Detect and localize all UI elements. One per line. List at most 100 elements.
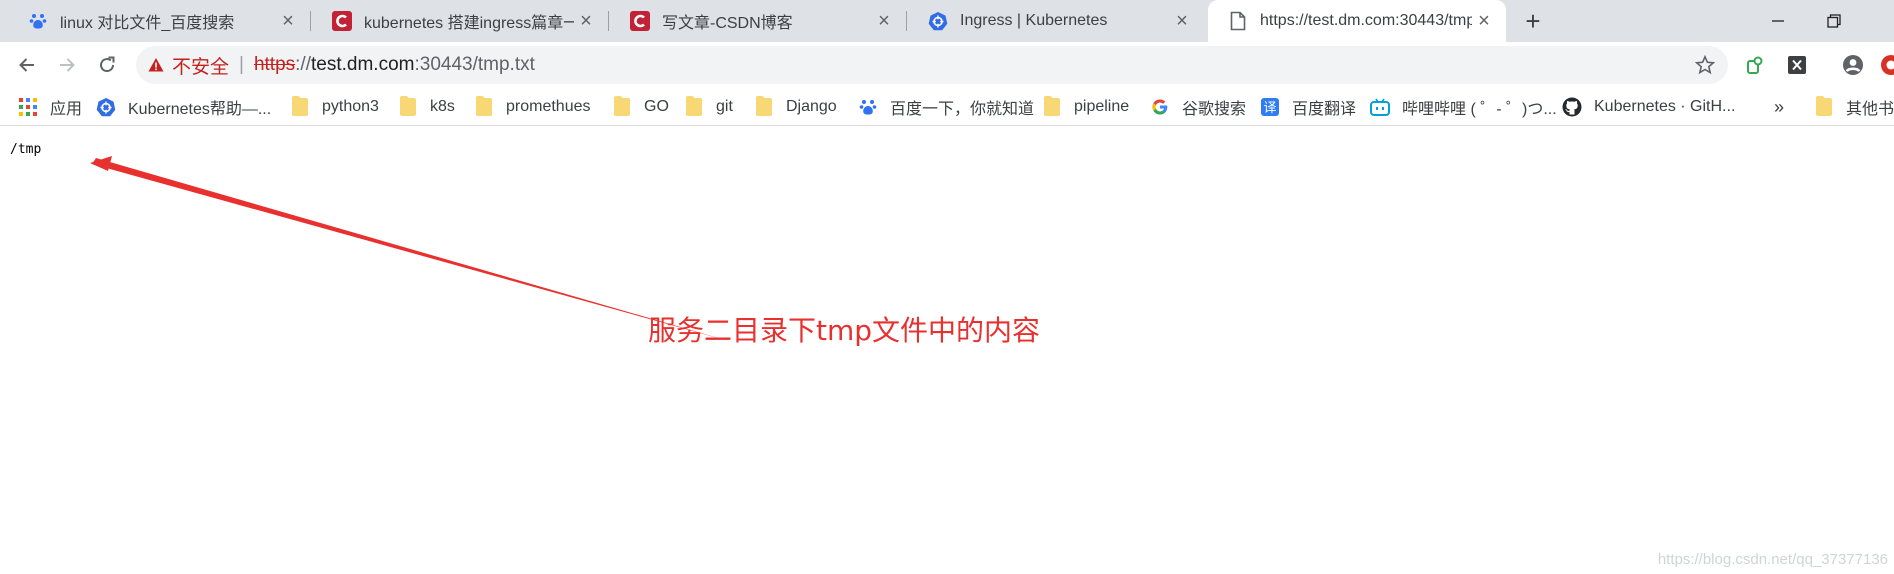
url-host: test.dm.com (311, 54, 415, 75)
apps-grid-icon (18, 97, 38, 117)
bookmark-bilibili[interactable]: 哔哩哔哩 ( ゜- ゜)つ... (1370, 94, 1557, 120)
bookmark-label: git (716, 98, 733, 115)
baidu-paw-icon (28, 11, 48, 31)
tab-csdn-ingress[interactable]: kubernetes 搭建ingress篇章一_ × (312, 0, 608, 42)
tab-title: kubernetes 搭建ingress篇章一_ (364, 15, 574, 32)
security-label[interactable]: 不安全 (172, 52, 229, 79)
page-icon (1228, 11, 1248, 31)
url-scheme: https (253, 54, 296, 75)
reload-icon (100, 56, 115, 73)
bookmark-kubernetes-github[interactable]: Kubernetes · GitH... (1562, 94, 1735, 120)
forward-button[interactable] (50, 48, 84, 82)
not-secure-warning-icon[interactable] (148, 57, 164, 73)
close-tab-icon[interactable]: × (276, 9, 300, 33)
bookmarks-bar: 应用 Kubernetes帮助—... python3 k8s promethu… (0, 87, 1894, 126)
csdn-logo-icon (332, 11, 352, 31)
tab-test-dm-active[interactable]: https://test.dm.com:30443/tmp × (1208, 0, 1506, 42)
bookmark-folder-pipeline[interactable]: pipeline (1042, 94, 1129, 120)
close-tab-icon[interactable]: × (574, 9, 598, 33)
kubernetes-logo-icon (928, 11, 948, 31)
url-path: :30443/tmp.txt (414, 54, 535, 75)
tab-kubernetes-ingress[interactable]: Ingress | Kubernetes × (908, 0, 1204, 42)
other-bookmarks-label: 其他书签 (1846, 101, 1894, 118)
new-tab-button[interactable]: + (1518, 6, 1548, 36)
folder-icon (1814, 96, 1834, 117)
page-content: /tmp 服务二目录下tmp文件中的内容 https://blog.csdn.n… (0, 127, 1894, 574)
tab-title: https://test.dm.com:30443/tmp (1260, 12, 1472, 29)
bookmark-apps[interactable]: 应用 (18, 94, 82, 120)
restore-button[interactable] (1806, 0, 1862, 42)
bookmark-google[interactable]: 谷歌搜索 (1150, 94, 1246, 120)
folder-icon (684, 96, 704, 117)
profile-avatar-icon[interactable] (1840, 52, 1866, 78)
bookmark-folder-go[interactable]: GO (612, 94, 669, 120)
bookmark-label: Django (786, 98, 837, 115)
extension-excel-icon[interactable] (1784, 52, 1810, 78)
back-button[interactable] (10, 48, 44, 82)
bookmark-label: 应用 (50, 101, 83, 118)
tab-baidu-search[interactable]: linux 对比文件_百度搜索 × (8, 0, 310, 42)
bookmarks-overflow-button[interactable]: » (1774, 94, 1784, 120)
extension-red-icon[interactable] (1878, 52, 1894, 78)
bookmark-star-icon[interactable] (1694, 54, 1716, 76)
bookmark-label: k8s (430, 98, 455, 115)
bookmark-label: python3 (322, 98, 379, 115)
google-g-icon (1150, 97, 1170, 117)
baidu-paw-icon (858, 97, 878, 117)
bookmark-folder-git[interactable]: git (684, 94, 733, 120)
close-tab-icon[interactable]: × (1170, 9, 1194, 33)
reload-button[interactable] (90, 48, 124, 82)
bookmark-label: 百度一下，你就知道 (890, 101, 1035, 118)
minimize-icon (1772, 20, 1784, 22)
bookmark-kubernetes-help[interactable]: Kubernetes帮助—... (96, 94, 271, 120)
csdn-logo-icon (630, 11, 650, 31)
bookmark-folder-python3[interactable]: python3 (290, 94, 379, 120)
address-bar[interactable]: 不安全 | https :// test.dm.com :30443/tmp.t… (136, 46, 1728, 84)
svg-text:译: 译 (1263, 101, 1276, 116)
bookmark-label: 百度翻译 (1292, 101, 1357, 118)
watermark-text: https://blog.csdn.net/qq_37377136 (1657, 551, 1888, 568)
extension-puzzle-icon[interactable] (1742, 52, 1768, 78)
bookmark-folder-k8s[interactable]: k8s (398, 94, 455, 120)
bookmark-folder-promethues[interactable]: promethues (474, 94, 591, 120)
tab-separator (310, 11, 311, 31)
bookmark-baidu-translate[interactable]: 译 百度翻译 (1260, 94, 1356, 120)
bookmark-baidu[interactable]: 百度一下，你就知道 (858, 94, 1034, 120)
other-bookmarks-folder[interactable]: 其他书签 (1814, 94, 1894, 120)
tab-title: linux 对比文件_百度搜索 (60, 15, 235, 32)
close-tab-icon[interactable]: × (872, 9, 896, 33)
tab-strip: linux 对比文件_百度搜索 × kubernetes 搭建ingress篇章… (0, 0, 1894, 42)
restore-icon (1827, 14, 1841, 28)
bookmark-label: Kubernetes帮助—... (128, 101, 272, 118)
bookmark-label: Kubernetes · GitH... (1594, 98, 1736, 115)
security-divider: | (239, 54, 244, 75)
bookmark-label: 谷歌搜索 (1182, 101, 1247, 118)
chevron-double-right-icon: » (1774, 96, 1785, 117)
tab-separator (608, 11, 609, 31)
minimize-button[interactable] (1750, 0, 1806, 42)
tab-title: Ingress | Kubernetes (960, 12, 1108, 29)
folder-icon (612, 96, 632, 117)
github-logo-icon (1562, 97, 1582, 117)
close-tab-icon[interactable]: × (1472, 9, 1496, 33)
annotation-arrow-icon (90, 156, 732, 342)
folder-icon (290, 96, 310, 117)
bookmark-label: 哔哩哔哩 ( ゜- ゜)つ... (1402, 101, 1557, 118)
tab-csdn-write[interactable]: 写文章-CSDN博客 × (610, 0, 906, 42)
folder-icon (754, 96, 774, 117)
folder-icon (398, 96, 418, 117)
bookmark-label: GO (644, 98, 669, 115)
translate-icon: 译 (1260, 97, 1280, 117)
bookmark-folder-django[interactable]: Django (754, 94, 837, 120)
browser-toolbar: 不安全 | https :// test.dm.com :30443/tmp.t… (0, 42, 1894, 87)
bookmark-label: promethues (506, 98, 591, 115)
folder-icon (474, 96, 494, 117)
folder-icon (1042, 96, 1062, 117)
tab-separator (906, 11, 907, 31)
forward-arrow-icon (60, 58, 75, 72)
tab-title: 写文章-CSDN博客 (662, 15, 793, 32)
url-separator: :// (295, 54, 311, 75)
bilibili-tv-icon (1370, 97, 1390, 117)
annotation-label: 服务二目录下tmp文件中的内容 (648, 314, 1041, 347)
bookmark-label: pipeline (1074, 98, 1130, 115)
